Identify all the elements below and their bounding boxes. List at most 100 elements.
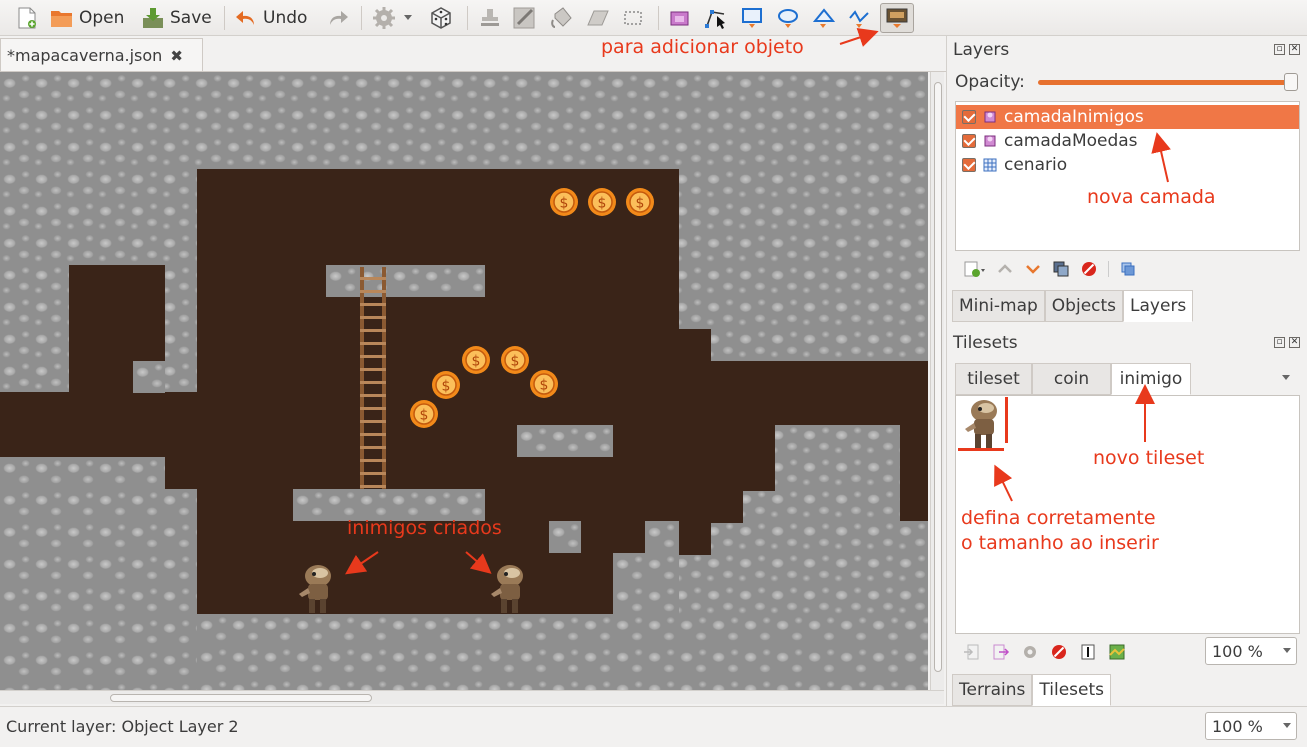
chevron-down-icon: [1283, 648, 1291, 653]
remove-layer-icon[interactable]: [1080, 260, 1098, 278]
new-document-icon: [18, 7, 36, 29]
add-layer-icon[interactable]: [962, 260, 986, 278]
layer-properties-icon[interactable]: [1119, 260, 1137, 278]
import-tileset-icon[interactable]: [963, 643, 981, 661]
coin-object[interactable]: $: [529, 369, 559, 399]
object-layer-icon: [984, 111, 996, 123]
command-button[interactable]: [372, 4, 413, 32]
layer-row-camadainimigos[interactable]: camadaInimigos: [956, 105, 1299, 129]
rectangle-select-icon: [624, 11, 642, 25]
duplicate-layer-icon[interactable]: [1052, 260, 1070, 278]
undo-button[interactable]: Undo: [234, 4, 307, 32]
insert-ellipse-icon: [778, 9, 798, 28]
layer-row-camadamoedas[interactable]: camadaMoedas: [956, 129, 1299, 153]
open-button[interactable]: Open: [50, 4, 124, 32]
edit-tileset-icon[interactable]: [1079, 643, 1097, 661]
close-icon[interactable]: ✖: [170, 47, 183, 65]
redo-button[interactable]: [326, 4, 350, 32]
svg-text:$: $: [636, 196, 645, 212]
stamp-brush-button[interactable]: [478, 4, 502, 32]
close-icon[interactable]: ✕: [1289, 44, 1300, 55]
open-label: Open: [79, 8, 125, 28]
tab-tilesets[interactable]: Tilesets: [1032, 674, 1112, 706]
stamp-icon: [481, 9, 499, 26]
tileset-tabs: tileset coin inimigo: [955, 363, 1191, 395]
coin-object[interactable]: $: [409, 399, 439, 429]
map-vertical-scrollbar[interactable]: [930, 72, 944, 690]
document-tab[interactable]: *mapacaverna.json ✖: [0, 38, 203, 72]
coin-object[interactable]: $: [500, 345, 530, 375]
bucket-fill-button[interactable]: [549, 4, 575, 32]
visibility-checkbox[interactable]: [962, 110, 976, 124]
tileset-properties-gear-icon[interactable]: [1021, 643, 1039, 661]
map-zoom-combo[interactable]: 100 %: [1205, 712, 1297, 740]
coin-object[interactable]: $: [431, 370, 461, 400]
layer-toolbar: [962, 259, 1137, 279]
insert-polygon-button[interactable]: [812, 4, 836, 32]
visibility-checkbox[interactable]: [962, 158, 976, 172]
svg-text:$: $: [598, 196, 607, 212]
annotation-enemies-created: inimigos criados: [347, 517, 502, 539]
new-button[interactable]: [16, 4, 38, 32]
annotation-size-hint-line1: defina corretamente: [961, 507, 1156, 529]
tileset-zoom-combo[interactable]: 100 %: [1205, 637, 1297, 665]
raise-layer-icon[interactable]: [996, 260, 1014, 278]
annotation-new-tileset: novo tileset: [1093, 447, 1205, 469]
tab-mini-map[interactable]: Mini-map: [952, 290, 1045, 322]
edit-terrain-icon[interactable]: [1108, 643, 1126, 661]
opacity-slider[interactable]: [1038, 80, 1294, 85]
layer-row-cenario[interactable]: cenario: [956, 153, 1299, 177]
svg-text:$: $: [472, 354, 481, 370]
insert-rectangle-button[interactable]: [741, 4, 765, 32]
redo-icon: [330, 11, 348, 25]
layers-dock-title: Layers: [953, 40, 1010, 60]
insert-ellipse-button[interactable]: [777, 4, 801, 32]
tileset-toolbar: [963, 642, 1126, 662]
coin-object[interactable]: $: [461, 345, 491, 375]
coin-object[interactable]: $: [587, 187, 617, 217]
annotation-new-layer: nova camada: [1087, 186, 1216, 208]
map-canvas[interactable]: $ $ $ $ $ $ $ $ inimigos criados: [0, 72, 928, 690]
object-layer-icon: [984, 135, 996, 147]
tab-tileset[interactable]: tileset: [955, 363, 1032, 395]
insert-tile-button[interactable]: [880, 3, 914, 33]
tab-layers[interactable]: Layers: [1123, 290, 1194, 322]
tilesets-dock-title: Tilesets: [953, 333, 1018, 353]
tile-layer-icon: [983, 158, 997, 172]
edit-polygons-icon: [705, 10, 725, 29]
lower-layer-icon[interactable]: [1024, 260, 1042, 278]
insert-polyline-icon: [849, 10, 869, 28]
tab-terrains[interactable]: Terrains: [952, 674, 1033, 706]
enemy-object[interactable]: [296, 562, 336, 616]
remove-tileset-icon[interactable]: [1050, 643, 1068, 661]
layers-dock-tabs: Mini-map Objects Layers: [952, 290, 1194, 322]
close-icon[interactable]: ✕: [1289, 337, 1300, 348]
enemy-tile[interactable]: [960, 397, 1004, 451]
float-icon[interactable]: ▫: [1274, 337, 1285, 348]
edit-polygons-button[interactable]: [704, 4, 728, 32]
tab-objects[interactable]: Objects: [1044, 290, 1124, 322]
map-horizontal-scrollbar[interactable]: [0, 690, 944, 704]
select-objects-button[interactable]: [668, 4, 692, 32]
rectangle-select-button[interactable]: [622, 4, 644, 32]
visibility-checkbox[interactable]: [962, 134, 976, 148]
float-icon[interactable]: ▫: [1274, 44, 1285, 55]
tab-coin[interactable]: coin: [1032, 363, 1111, 395]
main-toolbar: Open Save Undo: [0, 0, 1307, 36]
eraser-button[interactable]: [586, 4, 610, 32]
random-mode-button[interactable]: [428, 4, 454, 32]
save-button[interactable]: Save: [141, 4, 212, 32]
terrain-brush-button[interactable]: [512, 4, 538, 32]
bucket-icon: [551, 7, 572, 28]
map-zoom-value: 100 %: [1212, 716, 1263, 736]
tileset-menu-chevron-icon[interactable]: [1281, 374, 1291, 382]
annotation-size-hint-line2: o tamanho ao inserir: [961, 532, 1159, 554]
coin-object[interactable]: $: [625, 187, 655, 217]
export-tileset-icon[interactable]: [992, 643, 1010, 661]
terrain-brush-icon: [513, 7, 535, 29]
enemy-object[interactable]: [488, 562, 528, 616]
coin-object[interactable]: $: [549, 187, 579, 217]
opacity-slider-handle[interactable]: [1284, 73, 1298, 91]
insert-polyline-button[interactable]: [848, 4, 872, 32]
tab-inimigo[interactable]: inimigo: [1111, 363, 1191, 395]
